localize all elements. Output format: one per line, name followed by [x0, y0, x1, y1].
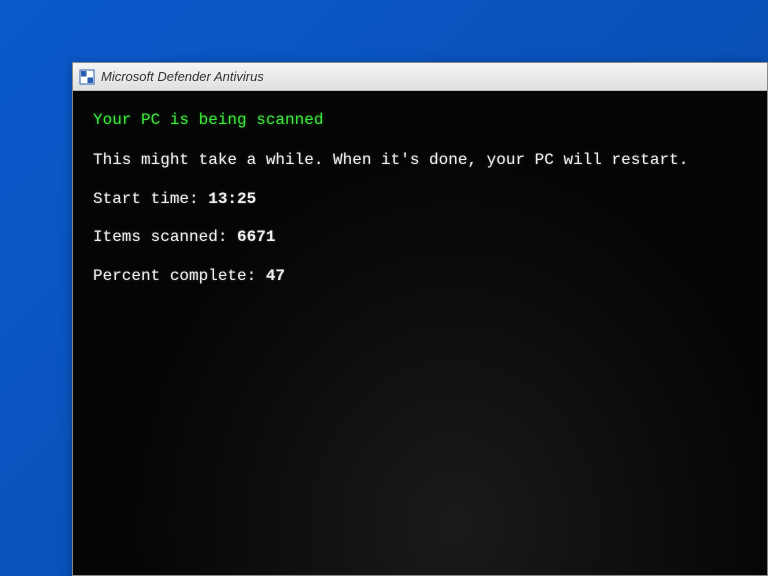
scan-console: Your PC is being scanned This might take…: [73, 91, 767, 575]
start-time-label: Start time:: [93, 190, 208, 208]
percent-complete-label: Percent complete:: [93, 267, 266, 285]
percent-complete-row: Percent complete: 47: [93, 265, 747, 287]
start-time-value: 13:25: [208, 190, 256, 208]
items-scanned-value: 6671: [237, 228, 275, 246]
app-window: Microsoft Defender Antivirus Your PC is …: [72, 62, 768, 576]
percent-complete-value: 47: [266, 267, 285, 285]
items-scanned-label: Items scanned:: [93, 228, 237, 246]
start-time-row: Start time: 13:25: [93, 188, 747, 210]
window-title: Microsoft Defender Antivirus: [101, 69, 264, 84]
scan-subtext: This might take a while. When it's done,…: [93, 149, 747, 171]
shield-icon: [79, 69, 95, 85]
items-scanned-row: Items scanned: 6671: [93, 226, 747, 248]
scan-heading: Your PC is being scanned: [93, 109, 747, 131]
titlebar: Microsoft Defender Antivirus: [73, 63, 767, 91]
